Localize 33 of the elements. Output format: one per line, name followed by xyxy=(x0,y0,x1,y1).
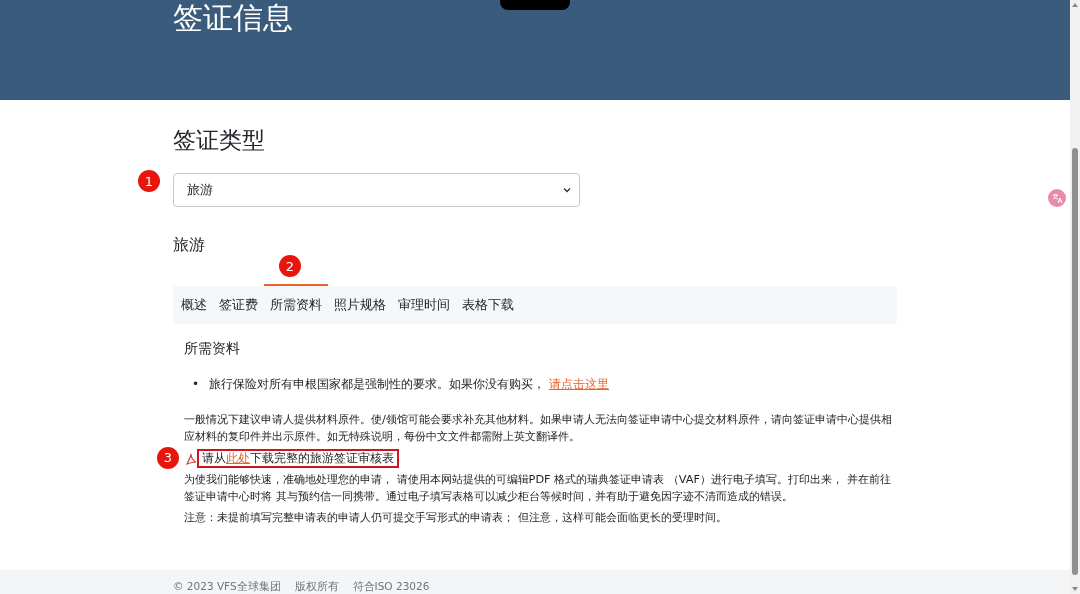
info-paragraph: 为使我们能够快速，准确地处理您的申请， 请使用本网站提供的可编辑PDF 格式的瑞典签证申请表 （VAF）进行电子填写。打印出来， 并在前往签证申请中心时将 其与预约信一同携带。通过电子填写表格可以减少柜台等候时间，并有助于避免因字迹不清而造成的错误。 xyxy=(184,472,892,505)
tab[interactable]: 审理时间 xyxy=(392,284,456,324)
annotation-number: 3 xyxy=(157,447,179,469)
bullet-marker: • xyxy=(192,376,200,393)
footer-text: © 2023 VFS全球集团 xyxy=(173,580,281,592)
info-paragraph: 注意：未提前填写完整申请表的申请人仍可提交手写形式的申请表； 但注意，这样可能会面临更长的受理时间。 xyxy=(184,510,728,526)
pdf-icon xyxy=(184,451,198,466)
download-note: 请从此处下载完整的旅游签证审核表 xyxy=(197,449,399,468)
section-title: 签证类型 xyxy=(173,126,266,155)
footer-text: 版权所有 xyxy=(294,580,339,592)
page-title: 签证信息 xyxy=(173,0,293,36)
scrollbar[interactable] xyxy=(1070,0,1080,594)
tab[interactable]: 签证费 xyxy=(213,284,264,324)
bullet-text: 旅行保险对所有申根国家都是强制性的要求。如果你没有购买， xyxy=(209,377,546,391)
tab[interactable]: 表格下载 xyxy=(456,284,520,324)
tab[interactable]: 所需资料 xyxy=(264,284,328,324)
translate-icon[interactable] xyxy=(1048,189,1066,207)
link[interactable]: 请点击这里 xyxy=(548,377,609,391)
scroll-down-icon[interactable] xyxy=(1072,587,1078,591)
annotation-number: 2 xyxy=(279,255,301,277)
visa-type-select[interactable]: 旅游 xyxy=(173,173,580,207)
chevron-icon xyxy=(563,187,571,193)
visa-name: 旅游 xyxy=(173,235,206,255)
intro-paragraph: 一般情况下建议申请人提供材料原件。使/领馆可能会要求补充其他材料。如果申请人无法向签证申请中心提交材料原件，请向签证申请中心提供相应材料的复印件并出示原件。如无特殊说明，每份中文文件都需附上英文翻译件。 xyxy=(184,412,893,445)
scrollbar-thumb[interactable] xyxy=(1072,148,1078,575)
panel-heading: 所需资料 xyxy=(184,339,241,358)
download-link[interactable]: 此处 xyxy=(226,451,250,465)
tab[interactable]: 照片规格 xyxy=(328,284,392,324)
scroll-up-icon[interactable] xyxy=(1072,3,1078,7)
notch-shape xyxy=(500,0,570,10)
annotation-number: 1 xyxy=(138,170,160,192)
tab[interactable]: 概述 xyxy=(175,284,213,324)
footer-text: 符合ISO 23026 xyxy=(352,580,430,592)
